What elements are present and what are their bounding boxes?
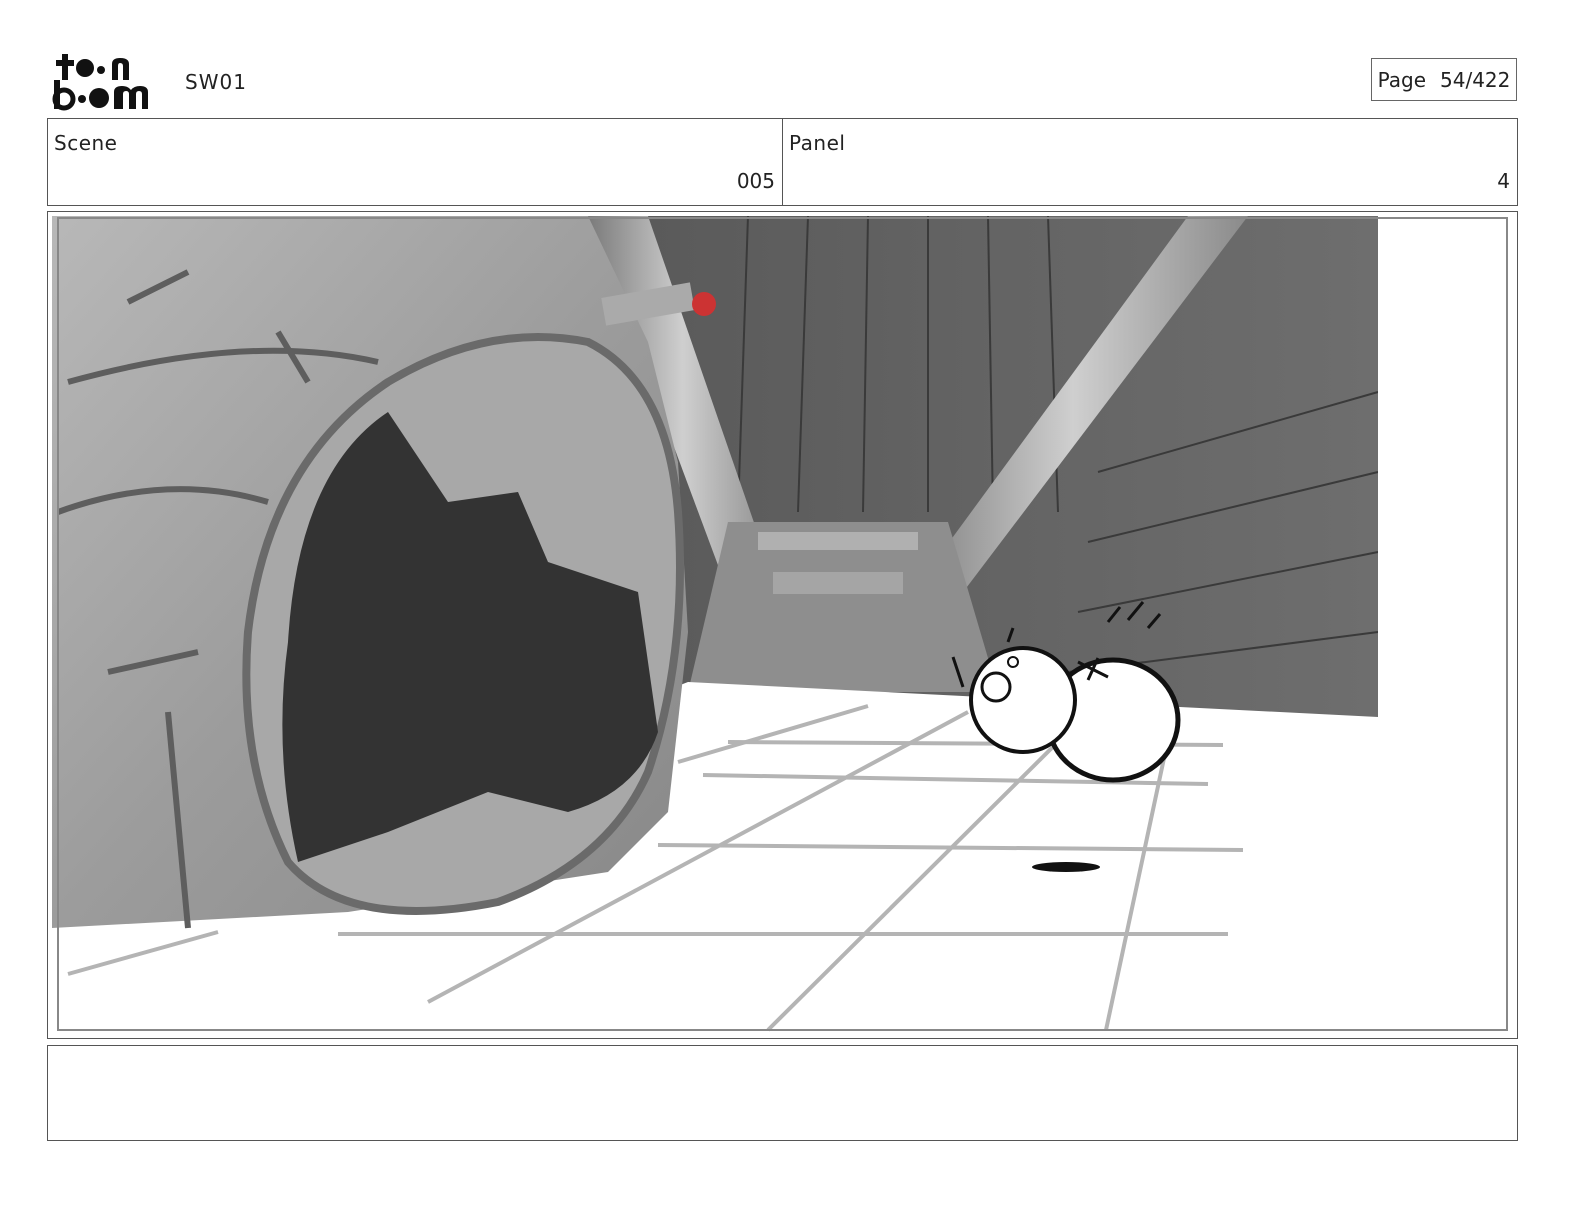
scene-value: 005 <box>736 169 775 193</box>
page-value: 54/422 <box>1440 67 1511 92</box>
red-warning-light <box>692 292 716 316</box>
storyboard-panel <box>47 211 1518 1039</box>
toon-boom-logo <box>52 50 164 112</box>
page-counter: Page 54/422 <box>1371 58 1517 101</box>
droid-shadow <box>1032 862 1100 872</box>
project-title: SW01 <box>185 70 247 94</box>
panel-value: 4 <box>1497 169 1510 193</box>
notes-box <box>47 1045 1518 1141</box>
scene-label: Scene <box>54 131 118 155</box>
page-label: Page <box>1377 67 1427 92</box>
panel-label: Panel <box>789 131 846 155</box>
scene-panel-info: Scene 005 Panel 4 <box>47 118 1518 206</box>
panel-cell: Panel 4 <box>783 119 1517 205</box>
scene-cell: Scene 005 <box>48 119 783 205</box>
storyboard-drawing <box>52 215 1512 1034</box>
